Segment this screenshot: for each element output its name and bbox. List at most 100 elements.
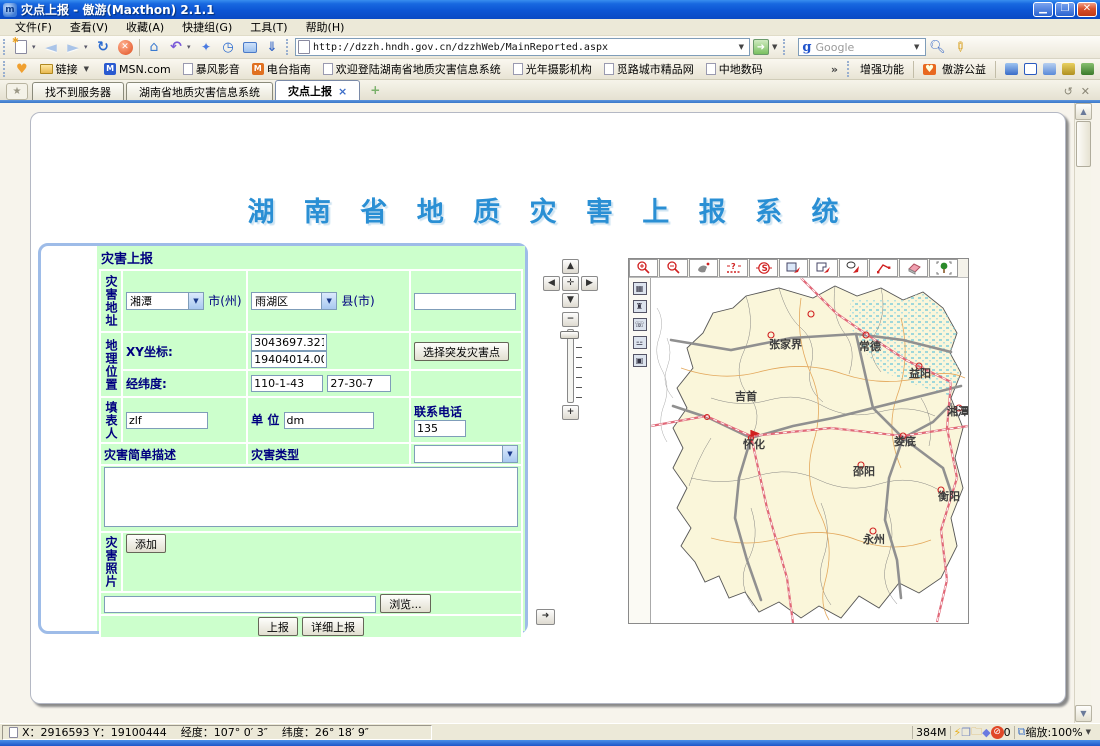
tab-close-icon[interactable]: × xyxy=(338,85,347,98)
bookmark-radio-guide[interactable]: M电台指南 xyxy=(246,61,317,77)
zoom-level[interactable]: 缩放:100% xyxy=(1025,724,1082,740)
url-text[interactable]: http://dzzh.hndh.gov.cn/dzzhWeb/MainRepo… xyxy=(313,42,736,53)
layer-tree-tool-button[interactable] xyxy=(929,259,958,277)
zoom-slider-track[interactable] xyxy=(567,329,574,403)
tab-hunan-geo-system[interactable]: 湖南省地质灾害信息系统 xyxy=(126,82,273,101)
pan-tool-button[interactable] xyxy=(689,259,718,277)
skin-icon[interactable] xyxy=(1005,63,1018,75)
undo-button[interactable]: ↶ xyxy=(165,38,187,57)
close-tab-icon[interactable]: ✕ xyxy=(1081,85,1090,98)
zoom-window-icon[interactable]: ⧉ xyxy=(1018,725,1026,739)
new-page-dropdown-icon[interactable]: ▾ xyxy=(32,43,40,51)
building-layer-icon[interactable]: ♜ xyxy=(633,300,647,313)
url-dropdown-icon[interactable]: ▼ xyxy=(736,43,747,51)
scroll-up-button[interactable]: ▲ xyxy=(1075,103,1092,120)
phone-layer-icon[interactable]: ☏ xyxy=(633,318,647,331)
pan-up-button[interactable]: ▲ xyxy=(562,259,579,274)
identify-tool-button[interactable] xyxy=(839,259,868,277)
menu-item[interactable]: 快捷组(G) xyxy=(173,18,241,36)
search-placeholder[interactable]: Google xyxy=(815,41,911,54)
new-page-button[interactable] xyxy=(10,38,32,57)
search-engine-dropdown-icon[interactable]: ▼ xyxy=(911,43,922,51)
adblock-icon[interactable]: ⊘ xyxy=(991,726,1004,739)
back-button[interactable]: ◄ xyxy=(40,38,62,57)
bookmark-baofeng[interactable]: 暴风影音 xyxy=(177,61,246,77)
menu-item[interactable]: 查看(V) xyxy=(61,18,117,36)
description-textarea[interactable] xyxy=(104,467,518,527)
charity-menu[interactable]: 傲游公益 xyxy=(942,61,986,77)
menu-item[interactable]: 收藏(A) xyxy=(117,18,173,36)
phone-input[interactable] xyxy=(414,420,466,437)
undo-dropdown-icon[interactable]: ▾ xyxy=(187,43,195,51)
lightning-proxy-icon[interactable]: ⚡ xyxy=(954,726,962,739)
bookmark-hunan-geo[interactable]: 欢迎登陆湖南省地质灾害信息系统 xyxy=(317,61,507,77)
measure-tool-button[interactable]: ? xyxy=(719,259,748,277)
county-select[interactable]: 雨湖区 ▼ xyxy=(251,292,337,310)
address-detail-input[interactable] xyxy=(414,293,516,310)
y-coordinate-input[interactable] xyxy=(251,351,327,368)
longitude-input[interactable] xyxy=(251,375,323,392)
pan-down-button[interactable]: ▼ xyxy=(562,293,579,308)
plugin-icon[interactable] xyxy=(1043,63,1056,75)
favorites-heart-button[interactable]: ♥ xyxy=(10,62,34,77)
close-button[interactable]: ✕ xyxy=(1077,2,1097,17)
plugin-diamond-icon[interactable]: ◆ xyxy=(982,726,990,739)
pages-icon[interactable]: ❐ xyxy=(961,726,971,739)
go-dropdown-icon[interactable]: ▼ xyxy=(769,43,780,51)
disaster-type-select[interactable]: ▼ xyxy=(414,445,518,463)
scrollbar-thumb[interactable] xyxy=(1076,121,1091,167)
grid-layer-icon[interactable]: ▦ xyxy=(633,282,647,295)
panel-icon[interactable] xyxy=(1024,63,1037,75)
tab-disaster-report[interactable]: 灾点上报 × xyxy=(275,80,360,101)
search-button[interactable]: 🔍︎ xyxy=(926,38,948,57)
bookmark-photo-studio[interactable]: 光年摄影机构 xyxy=(507,61,598,77)
tab-list-star-button[interactable]: ★ xyxy=(6,83,28,100)
zoom-slider-handle[interactable] xyxy=(560,331,579,339)
vertical-scrollbar[interactable]: ▲ ▼ xyxy=(1074,103,1091,723)
magic-fill-button[interactable]: ✦ xyxy=(195,38,217,57)
home-button[interactable]: ⌂ xyxy=(143,38,165,57)
photo-file-input[interactable] xyxy=(104,596,376,613)
route-layer-icon[interactable]: ⚍ xyxy=(633,336,647,349)
screen-capture-button[interactable] xyxy=(239,38,261,57)
pan-right-button[interactable]: ▶ xyxy=(581,276,598,291)
refresh-button[interactable]: ↻ xyxy=(92,38,114,57)
history-dropdown-icon[interactable]: ▾ xyxy=(84,43,92,51)
zoom-out-step-button[interactable]: − xyxy=(562,312,579,327)
go-button[interactable]: ➜ xyxy=(753,39,769,55)
mail-layer-icon[interactable]: ▣ xyxy=(633,354,647,367)
zoom-in-tool-button[interactable] xyxy=(629,259,658,277)
bookmarks-overflow-button[interactable]: » xyxy=(831,63,838,76)
search-box[interactable]: g Google ▼ xyxy=(798,38,926,56)
x-coordinate-input[interactable] xyxy=(251,334,327,351)
browse-button[interactable]: 浏览... xyxy=(380,594,431,613)
draw-line-tool-button[interactable] xyxy=(869,259,898,277)
pan-center-button[interactable]: ✛ xyxy=(562,276,579,291)
submit-button[interactable]: 上报 xyxy=(258,617,298,636)
restore-button[interactable]: ❐ xyxy=(1055,2,1075,17)
enhance-menu[interactable]: 增强功能 xyxy=(860,61,904,77)
deselect-rect-tool-button[interactable] xyxy=(809,259,838,277)
reporter-name-input[interactable] xyxy=(126,412,208,429)
menu-item[interactable]: 文件(F) xyxy=(6,18,61,36)
minimize-button[interactable]: ▁ xyxy=(1033,2,1053,17)
map-canvas[interactable]: 张家界常德益阳吉首怀化娄底湘潭邵阳衡阳永州 xyxy=(651,278,968,623)
eraser-tool-button[interactable] xyxy=(899,259,928,277)
pan-left-button[interactable]: ◀ xyxy=(543,276,560,291)
latitude-input[interactable] xyxy=(327,375,391,392)
download-button[interactable]: ⇓ xyxy=(261,38,283,57)
address-bar[interactable]: http://dzzh.hndh.gov.cn/dzzhWeb/MainRepo… xyxy=(295,38,750,56)
tab-server-not-found[interactable]: 找不到服务器 xyxy=(32,82,124,101)
proxy-icon[interactable] xyxy=(1062,63,1075,75)
menu-item[interactable]: 帮助(H) xyxy=(297,18,354,36)
unit-input[interactable] xyxy=(284,412,374,429)
full-extent-tool-button[interactable]: S xyxy=(749,259,778,277)
reopen-tab-icon[interactable]: ↺ xyxy=(1064,85,1073,98)
stop-button[interactable]: ✕ xyxy=(114,38,136,57)
zoom-dropdown-icon[interactable]: ▼ xyxy=(1083,728,1094,736)
security-icon[interactable] xyxy=(1081,63,1094,75)
new-tab-button[interactable]: + xyxy=(366,83,384,99)
detail-submit-button[interactable]: 详细上报 xyxy=(302,617,364,636)
forward-button[interactable]: ► xyxy=(62,38,84,57)
links-folder-button[interactable]: 链接 ▼ xyxy=(34,61,98,77)
